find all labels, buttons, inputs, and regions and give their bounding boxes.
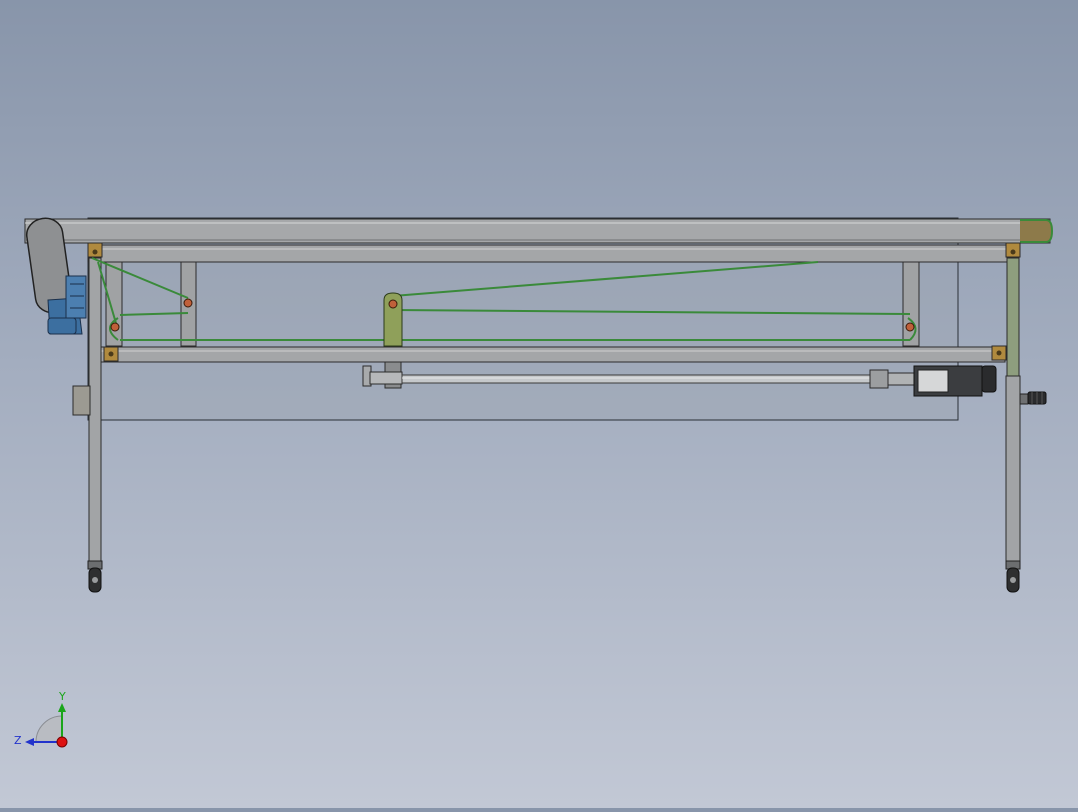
y-axis-label: Y [58, 690, 66, 703]
frame-lower-rail[interactable] [94, 346, 1006, 363]
vertical-post[interactable] [902, 261, 920, 347]
x-axis-dot [56, 736, 68, 748]
leg-left[interactable] [88, 257, 102, 564]
control-box[interactable] [72, 385, 91, 416]
caster-wheel-left[interactable] [87, 560, 103, 593]
pulley[interactable] [905, 322, 915, 332]
pulley[interactable] [110, 322, 120, 332]
frame-upper-rail[interactable] [87, 244, 1019, 263]
caster-wheel-right[interactable] [1005, 560, 1021, 593]
leg-right[interactable] [1005, 375, 1021, 564]
cad-viewport[interactable]: Y Z [0, 0, 1078, 808]
belt-end-right [1020, 219, 1054, 243]
vertical-post[interactable] [105, 261, 123, 347]
pulley[interactable] [183, 298, 193, 308]
side-handle[interactable] [1019, 391, 1047, 405]
model-view[interactable]: Y Z [0, 0, 1078, 808]
axis-triad: Y Z [14, 690, 68, 748]
z-axis-label: Z [14, 734, 22, 747]
leg-right-upper[interactable] [1006, 257, 1020, 377]
